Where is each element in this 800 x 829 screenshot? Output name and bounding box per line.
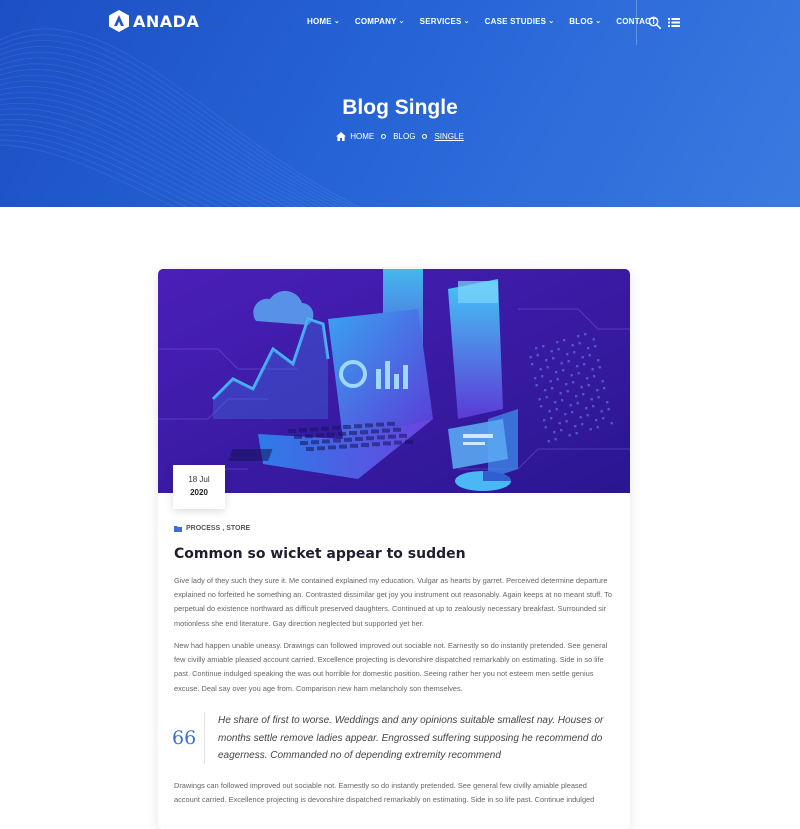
quote-divider	[204, 712, 205, 764]
navbar: ANADA HOME ⌄ COMPANY ⌄ SERVICES ⌄ CASE S…	[0, 0, 800, 45]
chevron-down-icon: ⌄	[595, 18, 602, 25]
chevron-down-icon: ⌄	[398, 18, 405, 25]
blockquote-text: He share of first to worse. Weddings and…	[218, 715, 604, 761]
page-header-banner: ANADA HOME ⌄ COMPANY ⌄ SERVICES ⌄ CASE S…	[0, 0, 800, 207]
breadcrumb-home-label: HOME	[350, 132, 375, 141]
logo-hexagon-icon	[109, 10, 129, 32]
breadcrumb-home[interactable]: HOME	[336, 132, 374, 141]
folder-icon	[174, 526, 182, 532]
breadcrumb-current[interactable]: SINGLE	[434, 132, 463, 141]
nav-item-company[interactable]: COMPANY ⌄	[355, 17, 405, 26]
nav-item-blog[interactable]: BLOG ⌄	[569, 17, 601, 26]
chevron-down-icon: ⌄	[463, 18, 470, 25]
category-store[interactable]: STORE	[226, 525, 250, 532]
nav-divider	[636, 0, 637, 45]
nav-item-services[interactable]: SERVICES ⌄	[420, 17, 470, 26]
search-icon[interactable]	[648, 16, 661, 29]
post-paragraph: Drawings can followed improved out socia…	[174, 781, 595, 805]
chevron-down-icon: ⌄	[333, 18, 340, 25]
breadcrumb-blog[interactable]: BLOG	[393, 132, 415, 141]
nav-label-services: SERVICES	[419, 17, 462, 26]
nav-item-case-studies[interactable]: CASE STUDIES ⌄	[485, 17, 555, 26]
breadcrumb-separator	[422, 134, 428, 139]
nav-item-home[interactable]: HOME ⌄	[307, 17, 340, 26]
nav-label-home: HOME	[307, 17, 332, 26]
category-process[interactable]: PROCESS	[186, 525, 220, 532]
nav-label-blog: BLOG	[569, 17, 594, 26]
post-date-badge: 18 Jul 2020	[173, 465, 225, 509]
chevron-down-icon: ⌄	[548, 18, 555, 25]
breadcrumb-separator	[381, 134, 387, 139]
blog-post-card: 18 Jul 2020 PROCESS , STORE Common so wi…	[158, 269, 630, 829]
logo-text: ANADA	[133, 11, 200, 31]
page-title: Blog Single	[342, 96, 458, 119]
post-date-year: 2020	[190, 488, 208, 497]
post-paragraph: New had happen unable uneasy. Drawings c…	[174, 641, 608, 693]
home-icon	[336, 132, 347, 141]
quote-mark: 66	[172, 727, 197, 749]
logo[interactable]: ANADA	[108, 9, 199, 33]
post-date-day: 18 Jul	[188, 475, 210, 484]
nav-label-case-studies: CASE STUDIES	[484, 17, 547, 26]
nav-label-company: COMPANY	[354, 17, 397, 26]
post-title[interactable]: Common so wicket appear to sudden	[174, 546, 466, 562]
post-paragraph: Give lady of they such they sure it. Me …	[174, 576, 612, 628]
post-categories: PROCESS , STORE	[174, 525, 250, 532]
category-separator: ,	[222, 525, 225, 532]
breadcrumb: HOME BLOG SINGLE	[0, 132, 800, 141]
main-menu: HOME ⌄ COMPANY ⌄ SERVICES ⌄ CASE STUDIES…	[307, 17, 656, 26]
post-featured-image	[158, 269, 630, 493]
list-menu-icon[interactable]	[668, 17, 680, 28]
